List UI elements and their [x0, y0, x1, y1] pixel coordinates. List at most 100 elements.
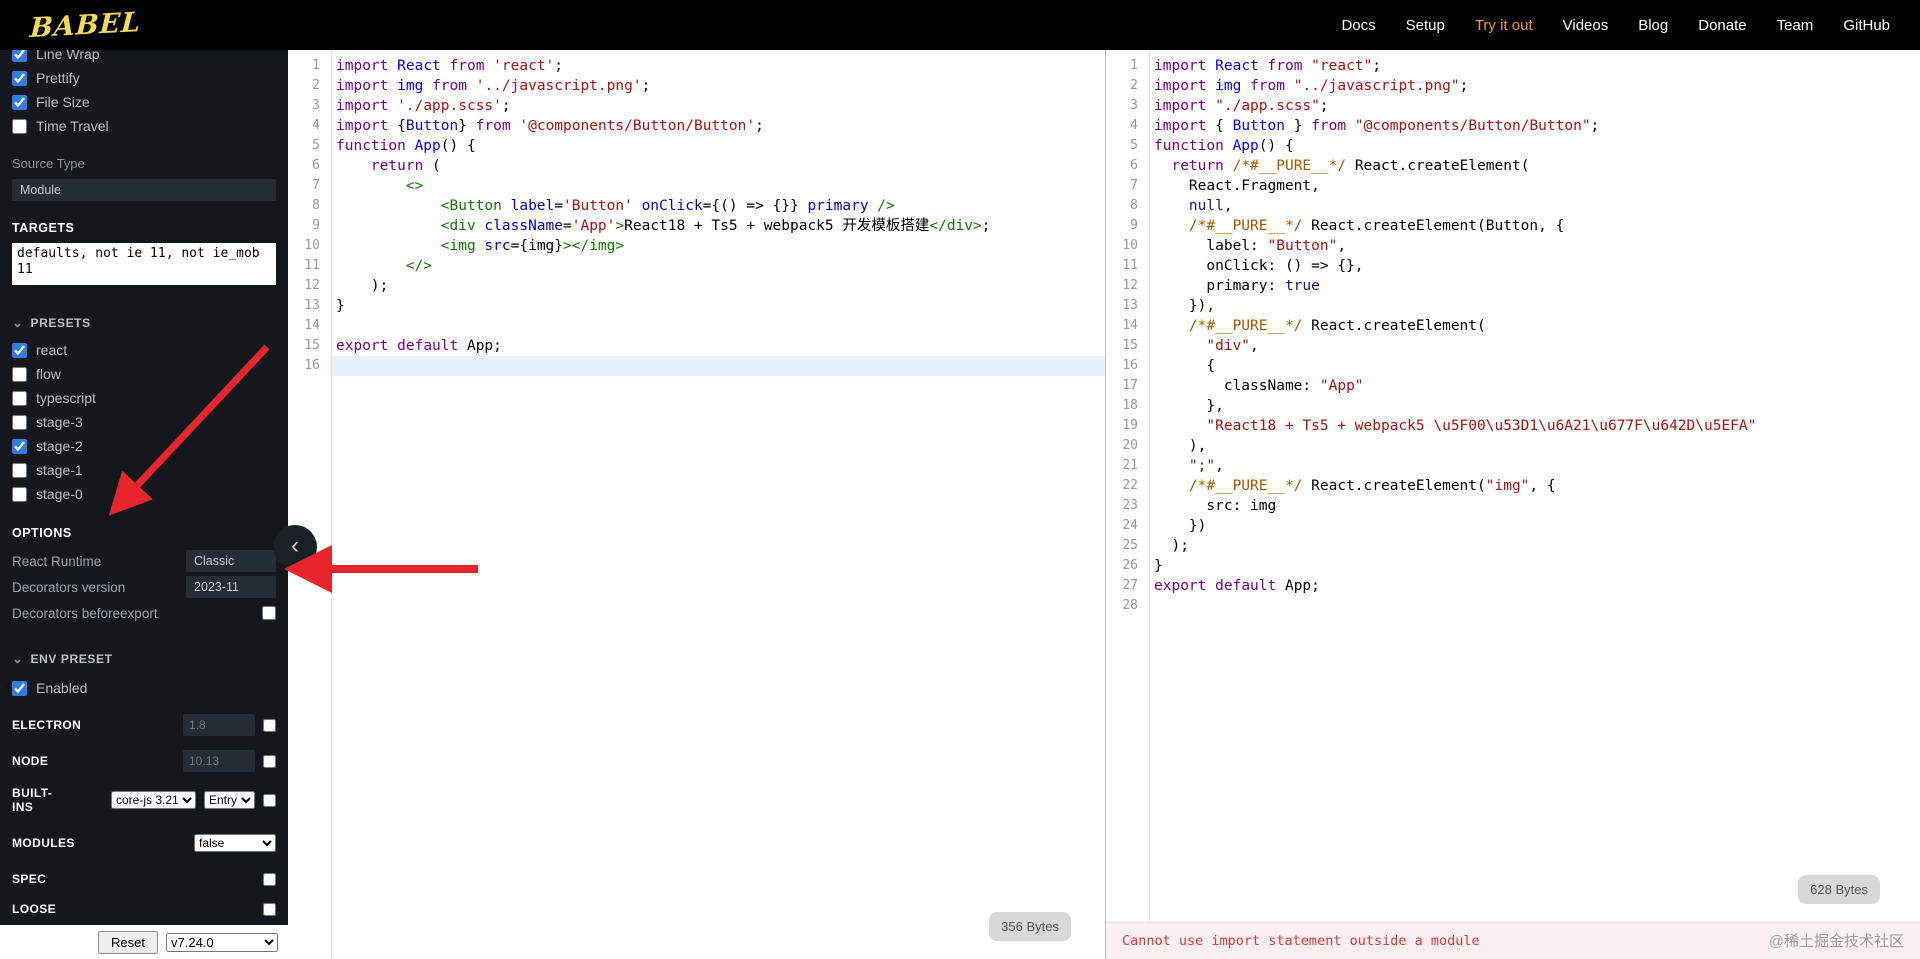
- line-content[interactable]: </>: [332, 256, 1105, 276]
- decorators-before-export-checkbox[interactable]: [262, 606, 276, 620]
- line-content[interactable]: <Button label='Button' onClick={() => {}…: [332, 196, 1105, 216]
- code-line[interactable]: 21 ";",: [1106, 456, 1920, 476]
- code-line[interactable]: 3 import './app.scss';: [288, 96, 1105, 116]
- targets-input[interactable]: defaults, not ie 11, not ie_mob 11: [12, 243, 276, 285]
- code-line[interactable]: 8 null,: [1106, 196, 1920, 216]
- loose-checkbox[interactable]: [263, 902, 276, 916]
- code-line[interactable]: 19 "React18 + Ts5 + webpack5 \u5F00\u53D…: [1106, 416, 1920, 436]
- code-line[interactable]: 17 className: "App": [1106, 376, 1920, 396]
- node-version-input[interactable]: [183, 750, 255, 772]
- preset-stage-3-checkbox[interactable]: [12, 414, 27, 430]
- line-content[interactable]: );: [1150, 536, 1920, 556]
- builtins-mode-select[interactable]: Entry: [204, 791, 255, 809]
- nav-item-blog[interactable]: Blog: [1638, 17, 1668, 34]
- code-line[interactable]: 10 label: "Button",: [1106, 236, 1920, 256]
- line-content[interactable]: function App() {: [1150, 136, 1920, 156]
- nav-item-setup[interactable]: Setup: [1406, 17, 1445, 34]
- babel-logo[interactable]: Babel: [29, 7, 142, 44]
- nav-item-team[interactable]: Team: [1777, 17, 1814, 34]
- compiled-code-view[interactable]: 1 import React from "react"; 2 import img f…: [1106, 50, 1920, 616]
- line-content[interactable]: return (: [332, 156, 1105, 176]
- line-content[interactable]: import { Button } from "@components/Butt…: [1150, 116, 1920, 136]
- line-content[interactable]: React.Fragment,: [1150, 176, 1920, 196]
- line-content[interactable]: import React from 'react';: [332, 56, 1105, 76]
- line-content[interactable]: ),: [1150, 436, 1920, 456]
- toggle-line-wrap[interactable]: Line Wrap: [12, 50, 276, 66]
- preset-stage-3[interactable]: stage-3: [12, 410, 276, 434]
- nav-item-try-it-out[interactable]: Try it out: [1475, 17, 1533, 34]
- node-checkbox[interactable]: [263, 754, 276, 768]
- babel-version-select[interactable]: v7.24.0: [166, 932, 278, 952]
- code-line[interactable]: 1 import React from 'react';: [288, 56, 1105, 76]
- nav-item-videos[interactable]: Videos: [1563, 17, 1609, 34]
- line-content[interactable]: onClick: () => {},: [1150, 256, 1920, 276]
- preset-stage-1-checkbox[interactable]: [12, 462, 27, 478]
- preset-typescript-checkbox[interactable]: [12, 390, 27, 406]
- line-content[interactable]: null,: [1150, 196, 1920, 216]
- nav-item-donate[interactable]: Donate: [1698, 17, 1746, 34]
- line-content[interactable]: import "./app.scss";: [1150, 96, 1920, 116]
- code-line[interactable]: 3 import "./app.scss";: [1106, 96, 1920, 116]
- line-content[interactable]: function App() {: [332, 136, 1105, 156]
- code-line[interactable]: 25 );: [1106, 536, 1920, 556]
- code-line[interactable]: 5 function App() {: [1106, 136, 1920, 156]
- source-code-editor[interactable]: 1 import React from 'react'; 2 import img f…: [288, 50, 1105, 376]
- line-content[interactable]: [332, 316, 1105, 336]
- code-line[interactable]: 26}: [1106, 556, 1920, 576]
- code-line[interactable]: 14: [288, 316, 1105, 336]
- code-line[interactable]: 16: [288, 356, 1105, 376]
- line-content[interactable]: }: [332, 296, 1105, 316]
- line-content[interactable]: className: "App": [1150, 376, 1920, 396]
- line-content[interactable]: [332, 356, 1105, 376]
- line-content[interactable]: /*#__PURE__*/ React.createElement(Button…: [1150, 216, 1920, 236]
- line-content[interactable]: ";",: [1150, 456, 1920, 476]
- react-runtime-select[interactable]: Classic: [186, 550, 276, 572]
- line-content[interactable]: <div className='App'>React18 + Ts5 + web…: [332, 216, 1105, 236]
- preset-typescript[interactable]: typescript: [12, 386, 276, 410]
- line-content[interactable]: import {Button} from '@components/Button…: [332, 116, 1105, 136]
- toggle-prettify-checkbox[interactable]: [12, 70, 27, 86]
- toggle-time-travel[interactable]: Time Travel: [12, 114, 276, 138]
- toggle-file-size-checkbox[interactable]: [12, 94, 27, 110]
- env-preset-header[interactable]: ⌄ ENV PRESET: [12, 652, 276, 666]
- line-content[interactable]: [1150, 596, 1920, 616]
- code-line[interactable]: 8 <Button label='Button' onClick={() => …: [288, 196, 1105, 216]
- builtins-checkbox[interactable]: [263, 793, 276, 807]
- line-content[interactable]: import img from '../javascript.png';: [332, 76, 1105, 96]
- line-content[interactable]: primary: true: [1150, 276, 1920, 296]
- code-line[interactable]: 7 React.Fragment,: [1106, 176, 1920, 196]
- code-line[interactable]: 11 </>: [288, 256, 1105, 276]
- code-line[interactable]: 4 import { Button } from "@components/But…: [1106, 116, 1920, 136]
- code-line[interactable]: 14 /*#__PURE__*/ React.createElement(: [1106, 316, 1920, 336]
- code-line[interactable]: 12 primary: true: [1106, 276, 1920, 296]
- nav-item-docs[interactable]: Docs: [1341, 17, 1375, 34]
- code-line[interactable]: 28: [1106, 596, 1920, 616]
- line-content[interactable]: import React from "react";: [1150, 56, 1920, 76]
- source-type-select[interactable]: Module: [12, 179, 276, 201]
- line-content[interactable]: export default App;: [1150, 576, 1920, 596]
- line-content[interactable]: /*#__PURE__*/ React.createElement("img",…: [1150, 476, 1920, 496]
- line-content[interactable]: src: img: [1150, 496, 1920, 516]
- preset-flow-checkbox[interactable]: [12, 366, 27, 382]
- line-content[interactable]: "div",: [1150, 336, 1920, 356]
- code-line[interactable]: 13 }),: [1106, 296, 1920, 316]
- line-content[interactable]: }: [1150, 556, 1920, 576]
- code-line[interactable]: 1 import React from "react";: [1106, 56, 1920, 76]
- code-line[interactable]: 4 import {Button} from '@components/Butto…: [288, 116, 1105, 136]
- line-content[interactable]: }): [1150, 516, 1920, 536]
- code-line[interactable]: 13}: [288, 296, 1105, 316]
- code-line[interactable]: 7 <>: [288, 176, 1105, 196]
- code-line[interactable]: 27 export default App;: [1106, 576, 1920, 596]
- electron-version-input[interactable]: [183, 714, 255, 736]
- code-line[interactable]: 24 }): [1106, 516, 1920, 536]
- code-line[interactable]: 11 onClick: () => {},: [1106, 256, 1920, 276]
- line-content[interactable]: return /*#__PURE__*/ React.createElement…: [1150, 156, 1920, 176]
- toggle-line-wrap-checkbox[interactable]: [12, 50, 27, 62]
- code-line[interactable]: 6 return (: [288, 156, 1105, 176]
- line-content[interactable]: /*#__PURE__*/ React.createElement(: [1150, 316, 1920, 336]
- line-content[interactable]: import './app.scss';: [332, 96, 1105, 116]
- presets-header[interactable]: ⌄ PRESETS: [12, 316, 276, 330]
- line-content[interactable]: import img from "../javascript.png";: [1150, 76, 1920, 96]
- preset-flow[interactable]: flow: [12, 362, 276, 386]
- code-line[interactable]: 2 import img from '../javascript.png';: [288, 76, 1105, 96]
